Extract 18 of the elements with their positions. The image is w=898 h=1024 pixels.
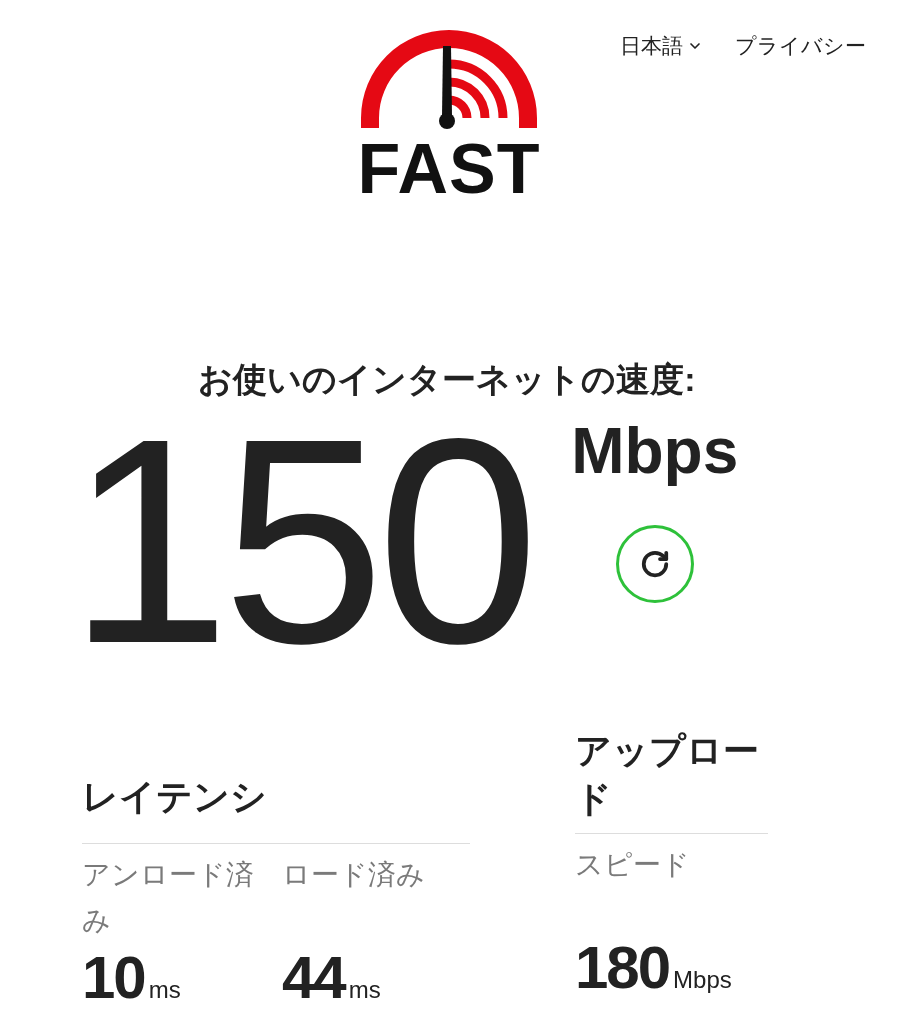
metric-unit: ms (148, 975, 181, 1005)
section-title: アップロード (575, 729, 760, 821)
refresh-icon (639, 549, 670, 579)
logo-text: FAST (357, 134, 541, 204)
metric-label: アンロード済み (82, 858, 255, 938)
section-title: レイテンシ (82, 775, 268, 819)
speed-value: 150 (68, 411, 532, 671)
language-selector[interactable]: 日本語 (620, 30, 703, 62)
metric-unit: ms (348, 975, 381, 1005)
privacy-link[interactable]: プライバシー (735, 30, 866, 62)
metric-unit: Mbps (673, 965, 732, 995)
speed-heading: お使いのインターネットの速度: (197, 359, 697, 400)
metric-value: 180 (575, 938, 670, 998)
metric-value: 10 (82, 948, 145, 1008)
refresh-button[interactable] (615, 525, 694, 603)
metric-value: 44 (282, 948, 345, 1008)
metric-label: スピード (575, 848, 691, 882)
metric-label: ロード済み (282, 858, 426, 892)
